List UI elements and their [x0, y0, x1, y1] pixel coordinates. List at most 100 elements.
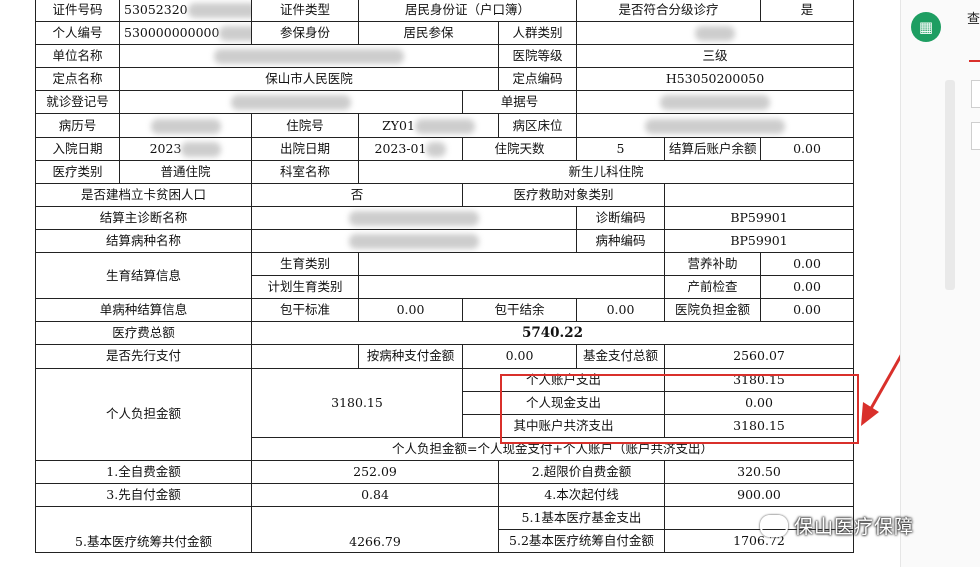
label-disease-name: 结算病种名称: [35, 228, 252, 254]
blur-mask: [426, 141, 447, 157]
value-receipt-no: [575, 90, 855, 115]
value-id-type: 居民身份证（户口簿）: [358, 0, 577, 23]
label-fund-total: 基金支付总额: [576, 344, 665, 369]
table-row: 病历号 住院号 ZY01 病区床位: [35, 113, 855, 138]
label-prior-self-pay: 3.先自付金额: [35, 482, 252, 508]
left-margin: [0, 0, 35, 567]
right-side-panel: ▦ 查: [900, 0, 980, 567]
table-row: 入院日期 2023 出院日期 2023-01 住院天数 5 结算后账户余额 0.…: [35, 136, 855, 161]
value-disease-name: [251, 228, 577, 254]
label-facility-name: 定点名称: [35, 67, 120, 92]
label-medical-category: 医疗类别: [35, 159, 120, 184]
label-disease-payment: 按病种支付金额: [358, 344, 463, 369]
table-row: 就诊登记号 单据号: [35, 90, 855, 115]
table-row: 证件号码 53052320 证件类型 居民身份证（户口簿） 是否符合分级诊疗 是: [35, 0, 855, 23]
label-department: 科室名称: [251, 159, 359, 184]
value-aid-category: [663, 182, 855, 207]
table-row: 3.先自付金额 0.84 4.本次起付线 900.00: [35, 482, 855, 508]
watermark: 保山医疗保障: [760, 512, 914, 539]
label-nutrition-subsidy: 营养补助: [663, 252, 762, 277]
label-total-cost: 医疗费总额: [35, 321, 252, 346]
label-maternity-type: 生育类别: [251, 252, 359, 277]
value-tiered-care: 是: [760, 0, 855, 23]
blur-mask: [645, 118, 785, 134]
table-row: 个人编号 530000000000 参保身份 居民参保 人群类别: [35, 21, 855, 46]
value-disease-payment: 0.00: [462, 344, 577, 369]
value-medical-category: 普通住院: [119, 159, 252, 184]
label-ward-bed: 病区床位: [498, 113, 577, 138]
table-row: 是否先行支付 按病种支付金额 0.00 基金支付总额 2560.07: [35, 344, 855, 369]
label-discharge-date: 出院日期: [251, 136, 359, 161]
label-package-standard: 包干标准: [251, 298, 359, 323]
label-id-type: 证件类型: [251, 0, 359, 23]
value-population-type: [575, 21, 855, 46]
value-stay-days: 5: [576, 136, 665, 161]
wechat-icon: [760, 514, 788, 537]
blur-mask: [349, 233, 479, 249]
label-insured-identity: 参保身份: [251, 21, 359, 46]
label-disease-code: 病种编码: [576, 228, 665, 254]
label-admit-date: 入院日期: [35, 136, 120, 161]
value-diagnosis-code: BP59901: [663, 205, 855, 230]
table-row: 5.基本医疗统筹共付金额 4266.79 5.1基本医疗基金支出: [35, 506, 855, 554]
value-advance-payment: [251, 344, 359, 369]
table-row: 医疗类别 普通住院 科室名称 新生儿科住院: [35, 159, 855, 184]
blur-mask: [150, 118, 221, 134]
label-personal-burden: 个人负担金额: [35, 367, 252, 461]
value-personal-number: 530000000000: [119, 21, 252, 46]
blur-mask: [660, 95, 770, 111]
value-visit-reg-no: [119, 90, 463, 115]
value-admit-date: 2023: [119, 136, 252, 161]
value-account-balance: 0.00: [760, 136, 855, 161]
table-export-icon[interactable]: ▦: [911, 12, 941, 42]
value-id-number: 53052320: [119, 0, 252, 23]
label-main-diagnosis: 结算主诊断名称: [35, 205, 252, 230]
label-tiered-care: 是否符合分级诊疗: [575, 0, 762, 23]
label-receipt-no: 单据号: [462, 90, 577, 115]
value-discharge-date: 2023-01: [358, 136, 463, 161]
value-hospital-level: 三级: [575, 44, 855, 69]
settlement-table: 证件号码 53052320 证件类型 居民身份证（户口簿） 是否符合分级诊疗 是…: [35, 0, 855, 554]
value-employer: [119, 44, 499, 69]
scrollbar[interactable]: [945, 80, 955, 290]
value-insured-identity: 居民参保: [358, 21, 499, 46]
table-row: 是否建档立卡贫困人口 否 医疗救助对象类别: [35, 182, 855, 207]
label-pooled-copay: 5.基本医疗统筹共付金额: [35, 506, 252, 554]
settlement-form-sheet: 证件号码 53052320 证件类型 居民身份证（户口簿） 是否符合分级诊疗 是…: [0, 0, 856, 567]
table-row: 医疗费总额 5740.22: [35, 321, 855, 346]
label-maternity-info: 生育结算信息: [35, 252, 252, 300]
value-department: 新生儿科住院: [357, 159, 855, 184]
value-package-standard: 0.00: [358, 298, 463, 323]
blur-mask: [219, 26, 251, 42]
label-facility-code: 定点编码: [498, 67, 577, 92]
value-self-paid: 252.09: [251, 459, 499, 484]
value-maternity-type: [358, 252, 665, 277]
label-hospital-burden: 医院负担金额: [663, 298, 762, 323]
side-input-2[interactable]: [971, 122, 980, 150]
value-disease-code: BP59901: [663, 228, 855, 254]
value-personal-burden: 3180.15: [251, 367, 463, 438]
table-row: 结算主诊断名称 诊断编码 BP59901: [35, 205, 855, 230]
table-row: 结算病种名称 病种编码 BP59901: [35, 228, 855, 254]
label-population-type: 人群类别: [498, 21, 577, 46]
value-package-surplus: 0.00: [576, 298, 665, 323]
value-total-cost: 5740.22: [250, 321, 855, 346]
side-input-1[interactable]: [971, 80, 980, 108]
value-hospital-burden: 0.00: [760, 298, 855, 323]
value-prenatal-check: 0.00: [760, 275, 855, 300]
label-package-surplus: 包干结余: [462, 298, 577, 323]
blur-mask: [695, 26, 735, 42]
value-nutrition-subsidy: 0.00: [760, 252, 855, 277]
label-fund-expense: 5.1基本医疗基金支出: [498, 506, 665, 531]
label-deductible: 4.本次起付线: [498, 482, 665, 508]
label-visit-reg-no: 就诊登记号: [35, 90, 120, 115]
label-aid-category: 医疗救助对象类别: [462, 182, 665, 207]
table-row: 单位名称 医院等级 三级: [35, 44, 855, 69]
table-row: 单病种结算信息 包干标准 0.00 包干结余 0.00 医院负担金额 0.00: [35, 298, 855, 323]
label-record-no: 病历号: [35, 113, 120, 138]
blur-mask: [181, 141, 222, 157]
label-stay-days: 住院天数: [462, 136, 577, 161]
label-self-paid: 1.全自费金额: [35, 459, 252, 484]
value-deductible: 900.00: [663, 482, 855, 508]
label-over-limit: 2.超限价自费金额: [498, 459, 665, 484]
